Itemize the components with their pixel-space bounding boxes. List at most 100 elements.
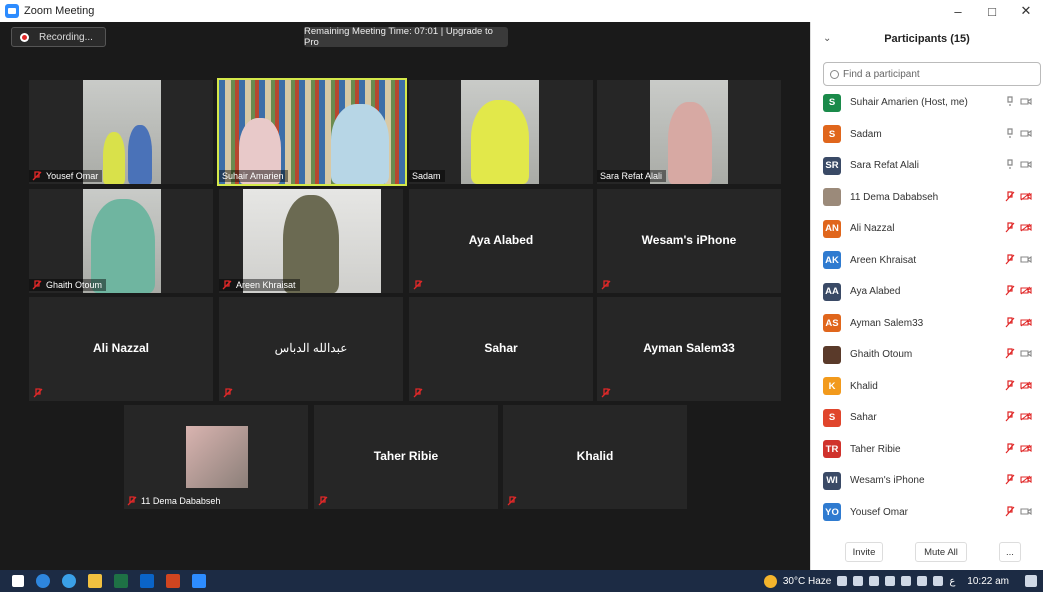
participant-name: Yousef Omar [850,506,908,518]
mute-all-button[interactable]: Mute All [915,542,967,562]
participant-row[interactable]: S Suhair Amarien (Host, me) [811,87,1043,119]
participant-row[interactable]: 11 Dema Dababseh [811,182,1043,214]
participant-row[interactable]: AS Ayman Salem33 [811,308,1043,340]
zoom-taskbar-icon[interactable] [192,574,206,588]
search-icon [830,69,839,79]
camera-icon [1020,475,1032,484]
video-tile-aya-alabed[interactable]: Aya Alabed [409,189,593,293]
remaining-time-banner[interactable]: Remaining Meeting Time: 07:01 | Upgrade … [304,26,508,48]
participant-row[interactable]: WI Wesam's iPhone [811,465,1043,497]
participant-list: S Suhair Amarien (Host, me) S Sadam SR Sara R… [811,87,1043,528]
camera-icon [1020,286,1032,295]
participant-row[interactable]: S Sahar [811,402,1043,434]
camera-icon [1020,223,1032,232]
language-indicator[interactable]: ع [949,576,955,587]
maximize-button[interactable]: □ [975,0,1009,22]
camera-icon [1020,129,1032,137]
tray-icon[interactable] [917,576,928,586]
tile-name: 11 Dema Dababseh [141,496,221,506]
tray-icon[interactable] [933,576,944,586]
outlook-icon[interactable] [140,574,154,588]
participant-row[interactable]: AA Aya Alabed [811,276,1043,308]
mic-icon [1005,505,1015,516]
participant-name: Khalid [850,380,878,392]
more-options-button[interactable]: ... [999,542,1021,562]
tray-icon[interactable] [901,576,912,586]
avatar: S [823,408,841,427]
clock[interactable]: 10:22 am [967,576,1009,587]
participant-name: Ghaith Otoum [850,349,913,361]
tray-icon[interactable] [837,576,848,586]
video-feed [243,189,381,293]
tile-name: Sadam [412,171,441,181]
participant-name: Wesam's iPhone [850,475,925,487]
participant-row[interactable]: S Sadam [811,119,1043,151]
video-tile-suhair-amarien[interactable]: Suhair Amarien [217,78,407,186]
video-tile-abdullah-aldabbas[interactable]: عبدالله الدباس [219,297,403,401]
invite-button[interactable]: Invite [845,542,883,562]
browser-icon[interactable] [62,574,76,588]
minimize-button[interactable]: – [941,0,975,22]
mic-muted-icon [223,388,233,398]
video-feed [219,80,405,184]
record-icon [20,32,29,42]
avatar: YO [823,503,841,522]
tray-icon[interactable] [853,576,864,586]
tray-icon[interactable] [869,576,880,586]
avatar: TR [823,440,841,459]
mic-muted-icon [413,388,423,398]
camera-icon [1020,160,1032,169]
tile-name: عبدالله الدباس [274,341,348,355]
tile-name: Areen Khraisat [236,280,296,290]
video-tile-ayman-salem33[interactable]: Ayman Salem33 [597,297,781,401]
avatar: S [823,125,841,144]
close-button[interactable]: ✕ [1009,0,1043,22]
notifications-icon[interactable] [1025,575,1037,587]
video-tile-ghaith-otoum[interactable]: Ghaith Otoum [29,189,213,293]
avatar [823,188,841,207]
video-tile-wesams-iphone[interactable]: Wesam's iPhone [597,189,781,293]
video-tile-ali-nazzal[interactable]: Ali Nazzal [29,297,213,401]
recording-button[interactable]: Recording... [11,27,106,47]
tray-icon[interactable] [885,576,896,586]
mic-icon [1007,159,1013,169]
mic-icon [1007,127,1013,138]
tile-name: Aya Alabed [468,233,534,247]
participant-row[interactable]: YO Yousef Omar [811,497,1043,529]
camera-icon [1020,97,1032,106]
camera-icon [1020,381,1032,389]
mic-icon [1005,222,1015,233]
participant-row[interactable]: K Khalid [811,371,1043,403]
participant-row[interactable]: TR Taher Ribie [811,434,1043,466]
mic-muted-icon [32,280,42,290]
title-bar: Zoom Meeting – □ ✕ [0,0,1043,22]
start-icon[interactable] [12,575,24,587]
zoom-app-icon [5,4,19,18]
video-tile-khalid[interactable]: Khalid [503,405,687,509]
participant-row[interactable]: AN Ali Nazzal [811,213,1043,245]
chevron-down-icon[interactable]: ⌄ [823,33,831,44]
video-tile-taher-ribie[interactable]: Taher Ribie [314,405,498,509]
participant-name: Sadam [850,128,882,140]
excel-icon[interactable] [114,574,128,588]
camera-icon [1020,444,1032,452]
video-tile-dema-dababseh[interactable]: 11 Dema Dababseh [124,405,308,509]
video-tile-sara-refat-alali[interactable]: Sara Refat Alali [597,80,781,184]
mic-icon [1005,442,1015,453]
video-tile-yousef-omar[interactable]: Yousef Omar [29,80,213,184]
participant-row[interactable]: AK Areen Khraisat [811,245,1043,277]
participant-search-input[interactable]: Find a participant [823,62,1041,86]
recording-label: Recording... [39,31,93,43]
mic-icon [1005,411,1015,422]
participant-row[interactable]: SR Sara Refat Alali [811,150,1043,182]
video-tile-areen-khraisat[interactable]: Areen Khraisat [219,189,403,293]
participant-row[interactable]: Ghaith Otoum [811,339,1043,371]
weather-text[interactable]: 30°C Haze [783,576,831,587]
video-tile-sahar[interactable]: Sahar [409,297,593,401]
powerpoint-icon[interactable] [166,574,180,588]
mic-muted-icon [318,496,328,506]
file-explorer-icon[interactable] [88,574,102,588]
video-tile-sadam[interactable]: Sadam [409,80,593,184]
tile-name: Taher Ribie [373,449,439,463]
edge-icon[interactable] [36,574,50,588]
